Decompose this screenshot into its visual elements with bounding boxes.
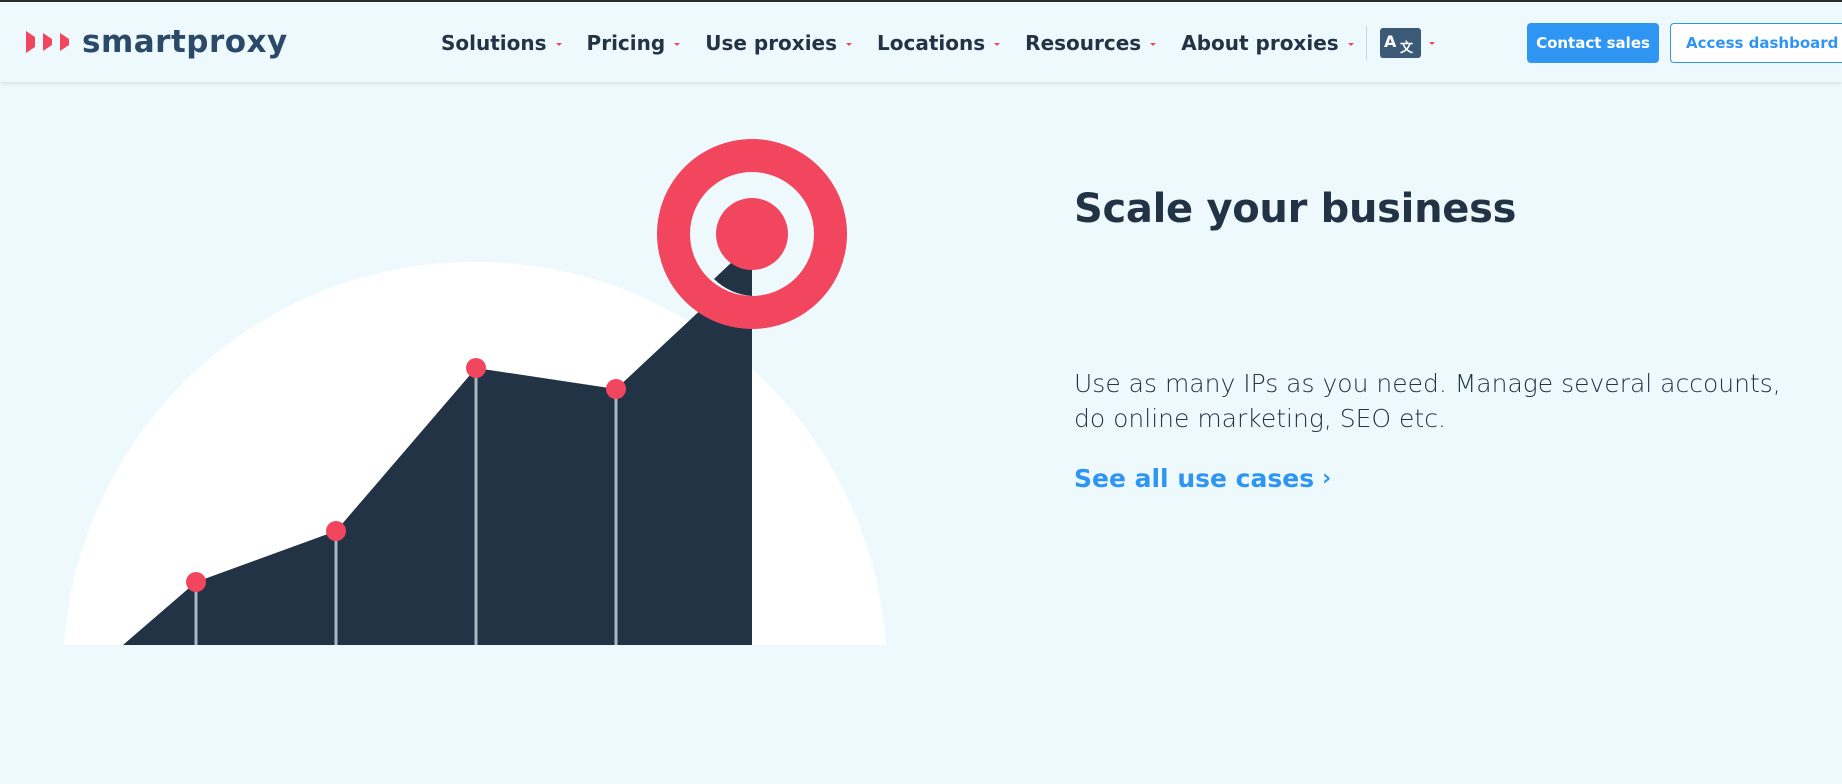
svg-text:A: A	[1384, 32, 1397, 51]
nav-locations-label: Locations	[877, 31, 986, 55]
nav-about-proxies[interactable]: About proxies	[1181, 31, 1354, 55]
growth-chart-target-illustration	[64, 139, 886, 645]
smartproxy-logo[interactable]: smartproxy	[26, 24, 288, 60]
contact-sales-button[interactable]: Contact sales	[1527, 23, 1659, 63]
smartproxy-logo-icon	[26, 31, 69, 53]
site-header: smartproxy Solutions Pricing Use proxies…	[0, 0, 1842, 82]
nav-solutions-label: Solutions	[441, 31, 547, 55]
nav-locations[interactable]: Locations	[877, 31, 1001, 55]
dropdown-caret-icon	[1150, 42, 1157, 46]
target-icon	[657, 139, 847, 329]
cta-label: See all use cases	[1074, 464, 1315, 493]
nav-pricing[interactable]: Pricing	[587, 31, 681, 55]
brand-name: smartproxy	[82, 24, 288, 60]
main-navigation: Solutions Pricing Use proxies Locations …	[441, 26, 1435, 60]
nav-use-proxies-label: Use proxies	[705, 31, 838, 55]
chart-point	[606, 379, 626, 399]
dropdown-caret-icon	[674, 42, 681, 46]
nav-divider	[1365, 26, 1367, 60]
dropdown-caret-icon	[994, 42, 1001, 46]
dropdown-caret-icon	[1428, 41, 1435, 45]
nav-resources-label: Resources	[1025, 31, 1142, 55]
nav-pricing-label: Pricing	[586, 31, 666, 55]
chart-point	[466, 358, 486, 378]
language-selector[interactable]: A 文	[1379, 28, 1435, 58]
dropdown-caret-icon	[1347, 42, 1354, 46]
dropdown-caret-icon	[555, 42, 562, 46]
chevron-right-icon: ›	[1322, 466, 1332, 491]
chart-point	[326, 521, 346, 541]
see-all-use-cases-link[interactable]: See all use cases ›	[1074, 464, 1331, 493]
section-description: Use as many IPs as you need. Manage seve…	[1074, 369, 1781, 433]
dropdown-caret-icon	[846, 42, 853, 46]
nav-use-proxies[interactable]: Use proxies	[705, 31, 853, 55]
nav-resources[interactable]: Resources	[1025, 31, 1157, 55]
nav-solutions[interactable]: Solutions	[441, 31, 562, 55]
chart-point	[186, 572, 206, 592]
translate-icon: A 文	[1379, 28, 1421, 58]
section-title: Scale your business	[1074, 186, 1517, 232]
access-dashboard-button[interactable]: Access dashboard	[1670, 23, 1842, 63]
svg-text:文: 文	[1400, 40, 1414, 56]
nav-about-proxies-label: About proxies	[1181, 31, 1339, 55]
